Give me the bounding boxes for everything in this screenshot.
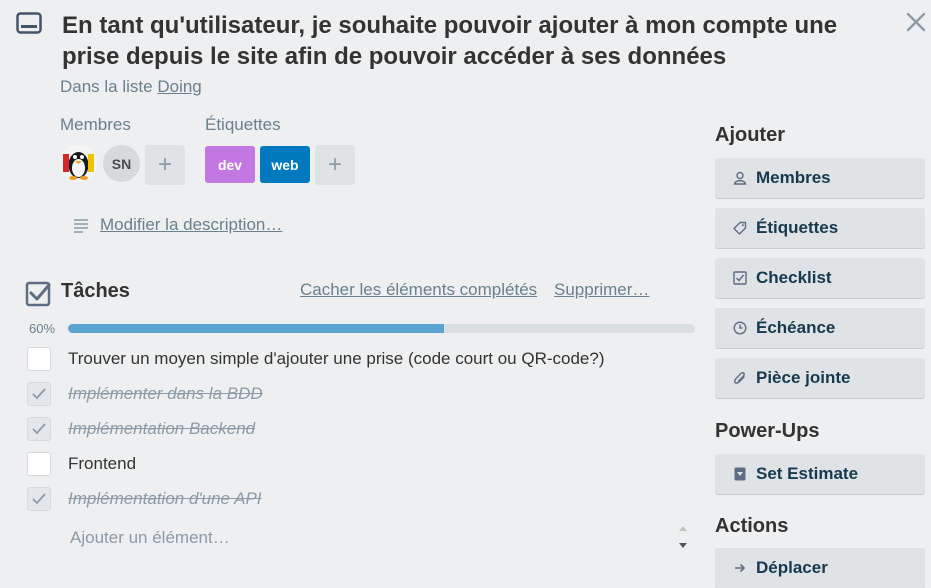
tag-icon [733, 221, 747, 235]
members-heading: Membres [60, 115, 131, 134]
checklist-item[interactable]: Implémenter dans la BDD [68, 384, 263, 404]
penguin-avatar-icon [60, 145, 97, 182]
scroll-up-icon[interactable] [676, 522, 690, 534]
list-breadcrumb: Dans la liste Doing [60, 77, 202, 97]
add-heading: Ajouter [715, 124, 785, 146]
hide-completed-link[interactable]: Cacher les éléments complétés [300, 280, 537, 300]
set-estimate-button-label: Set Estimate [756, 464, 859, 483]
clock-icon [733, 321, 747, 335]
add-member-button[interactable]: + [145, 145, 185, 185]
card-title[interactable]: En tant qu'utilisateur, je souhaite pouv… [62, 10, 892, 72]
edit-description-link[interactable]: Modifier la description… [100, 215, 282, 235]
set-estimate-button[interactable]: Set Estimate [715, 454, 925, 494]
progress-percent: 60% [29, 321, 56, 336]
members-button[interactable]: Membres [715, 158, 925, 198]
card-icon [16, 12, 42, 34]
due-date-button-label: Échéance [756, 318, 836, 337]
arrow-right-icon [735, 563, 746, 573]
checkmark-icon [32, 493, 46, 505]
add-label-button[interactable]: + [315, 145, 355, 185]
label-tag-dev[interactable]: dev [205, 146, 255, 183]
item-checkbox[interactable] [27, 452, 51, 476]
close-icon[interactable] [904, 10, 928, 34]
checklist-icon [733, 271, 747, 285]
powerups-heading: Power-Ups [715, 420, 820, 442]
item-checkbox[interactable] [27, 347, 51, 371]
item-checkbox[interactable] [27, 417, 51, 441]
members-button-label: Membres [756, 168, 831, 187]
list-prefix: Dans la liste [60, 77, 153, 96]
description-icon [74, 219, 88, 233]
checklist-button-label: Checklist [756, 268, 832, 287]
progress-bar [68, 324, 695, 333]
progress-bar-fill [68, 324, 445, 333]
item-checkbox[interactable] [27, 382, 51, 406]
list-link[interactable]: Doing [157, 77, 201, 96]
person-icon [733, 171, 747, 185]
checklist-item[interactable]: Implémentation d'une API [68, 489, 262, 509]
delete-checklist-link[interactable]: Supprimer… [554, 280, 649, 300]
add-item-input[interactable]: Ajouter un élément… [70, 528, 230, 548]
avatar[interactable] [60, 145, 97, 182]
checkmark-icon [32, 423, 46, 435]
due-date-button[interactable]: Échéance [715, 308, 925, 348]
label-tag-web[interactable]: web [260, 146, 310, 183]
paperclip-icon [734, 372, 745, 384]
estimate-icon [734, 467, 746, 481]
checklist-button[interactable]: Checklist [715, 258, 925, 298]
avatar[interactable]: SN [103, 145, 140, 182]
move-button-label: Déplacer [756, 558, 828, 577]
item-checkbox[interactable] [27, 487, 51, 511]
actions-heading: Actions [715, 515, 789, 537]
checklist-title[interactable]: Tâches [61, 280, 130, 303]
labels-button[interactable]: Étiquettes [715, 208, 925, 248]
scroll-down-icon[interactable] [676, 540, 690, 552]
checklist-item[interactable]: Trouver un moyen simple d'ajouter une pr… [68, 349, 605, 369]
checklist-item[interactable]: Frontend [68, 454, 136, 474]
checklist-item[interactable]: Implémentation Backend [68, 419, 255, 439]
labels-button-label: Étiquettes [756, 218, 839, 237]
checklist-icon [25, 281, 51, 307]
attachment-button[interactable]: Pièce jointe [715, 358, 925, 398]
move-button[interactable]: Déplacer [715, 548, 925, 588]
attachment-button-label: Pièce jointe [756, 368, 851, 387]
checkmark-icon [32, 388, 46, 400]
labels-heading: Étiquettes [205, 115, 281, 134]
